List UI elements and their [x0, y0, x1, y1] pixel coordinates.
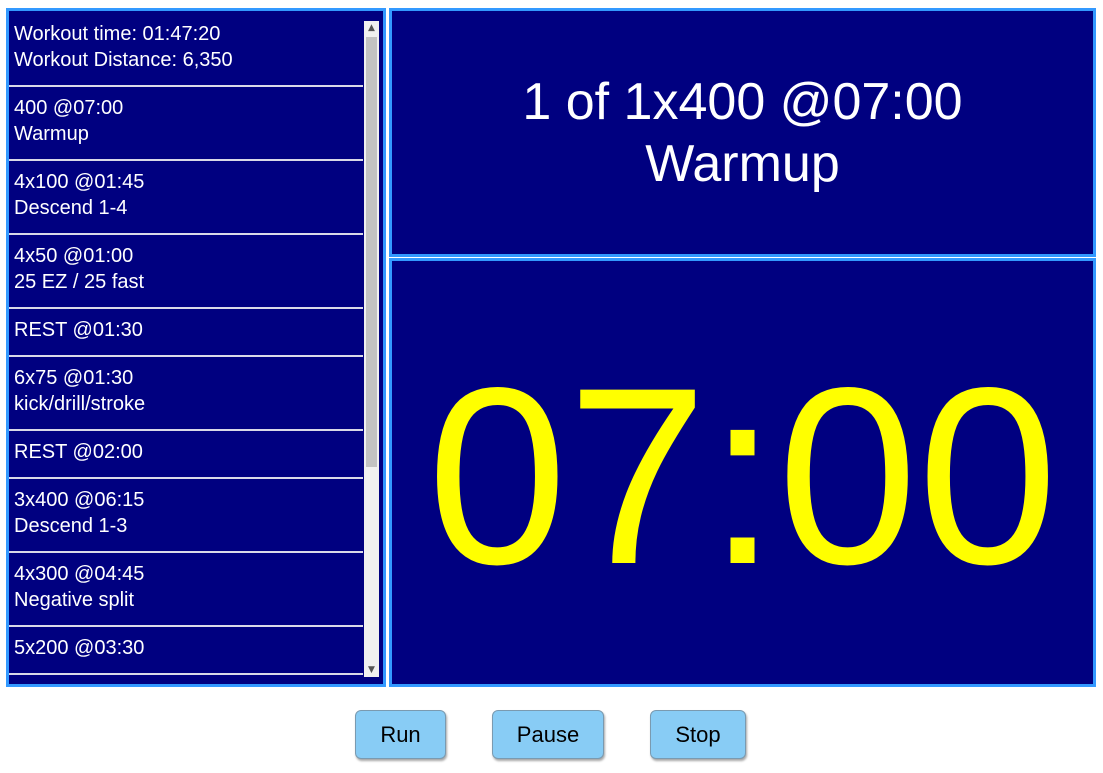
set-item-line2: Descend 1-3 — [14, 515, 128, 537]
set-item-line1: 4x50 @01:00 — [14, 245, 134, 267]
set-item[interactable]: 4x100 @01:45 Descend 1-4 — [9, 161, 363, 235]
set-item[interactable]: 400 @07:00 Warmup — [9, 87, 363, 161]
set-item-line1: REST @02:00 — [14, 441, 143, 463]
set-item-line2: 25 EZ / 25 fast — [14, 271, 145, 293]
set-item-line1: 6x75 @01:30 — [14, 367, 134, 389]
scroll-down-arrow-icon[interactable]: ▼ — [364, 663, 379, 677]
timer-panel: 07:00 — [389, 258, 1096, 687]
workout-summary: Workout time: 01:47:20 Workout Distance:… — [9, 11, 363, 87]
set-item[interactable]: REST @02:00 — [9, 431, 363, 479]
set-item-line1: 4x100 @01:45 — [14, 171, 145, 193]
workout-set-list[interactable]: Workout time: 01:47:20 Workout Distance:… — [6, 8, 386, 687]
set-item[interactable]: 4x50 @01:00 25 EZ / 25 fast — [9, 235, 363, 309]
scroll-up-arrow-icon[interactable]: ▲ — [364, 21, 379, 35]
set-item-line1: 4x300 @04:45 — [14, 563, 145, 585]
set-item-line1: 5x200 @03:30 — [14, 637, 145, 659]
workout-distance: Workout Distance: 6,350 — [14, 49, 233, 71]
set-item-line2: kick/drill/stroke — [14, 393, 146, 415]
set-list-scroll-area[interactable]: Workout time: 01:47:20 Workout Distance:… — [9, 11, 365, 684]
set-item-line2: Descend 1-4 — [14, 197, 128, 219]
workout-time: Workout time: 01:47:20 — [14, 23, 221, 45]
stop-button[interactable]: Stop — [650, 710, 746, 759]
set-item[interactable]: 3x400 @06:15 Descend 1-3 — [9, 479, 363, 553]
countdown-timer: 07:00 — [427, 335, 1058, 617]
set-item[interactable]: REST @01:30 — [9, 309, 363, 357]
run-button[interactable]: Run — [355, 710, 446, 759]
set-item[interactable]: 4x300 @04:45 Negative split — [9, 553, 363, 627]
current-set-panel: 1 of 1x400 @07:00 Warmup — [389, 8, 1096, 257]
set-item-line1: REST @01:30 — [14, 319, 143, 341]
set-item-line2: Negative split — [14, 589, 135, 611]
current-set-title: 1 of 1x400 @07:00 — [522, 72, 963, 131]
set-item-line2: Warmup — [14, 123, 89, 145]
pause-button[interactable]: Pause — [492, 710, 604, 759]
set-item-line1: 400 @07:00 — [14, 97, 124, 119]
control-bar: Run Pause Stop — [0, 710, 1103, 760]
scrollbar-thumb[interactable] — [366, 37, 377, 467]
current-set-subtitle: Warmup — [645, 134, 840, 193]
set-item[interactable]: 5x200 @03:30 — [9, 627, 363, 675]
set-item-line1: 3x400 @06:15 — [14, 489, 145, 511]
set-item[interactable]: 6x75 @01:30 kick/drill/stroke — [9, 357, 363, 431]
set-list-scrollbar[interactable]: ▲ ▼ — [364, 21, 379, 677]
